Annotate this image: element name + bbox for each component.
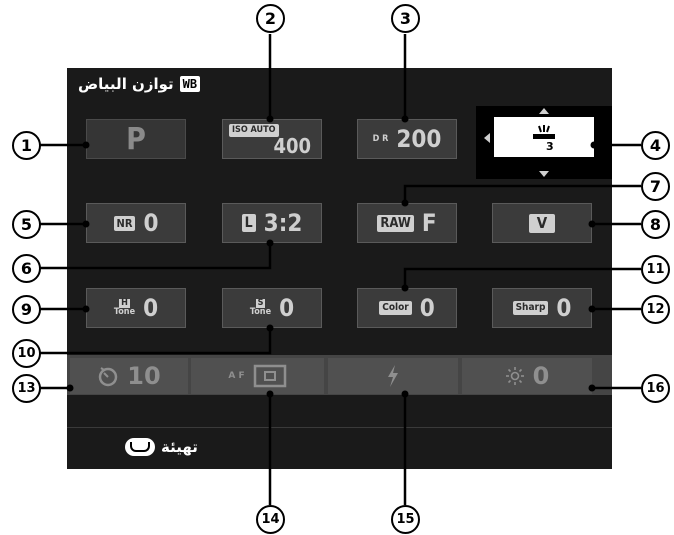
callout-2: 2 (256, 4, 285, 33)
callout-14: 14 (256, 505, 285, 534)
callout-5: 5 (12, 210, 41, 239)
callout-15: 15 (391, 505, 420, 534)
callout-lines (40, 34, 641, 505)
callout-12: 12 (641, 295, 670, 324)
callout-9: 9 (12, 295, 41, 324)
callout-6: 6 (12, 254, 41, 283)
callout-1: 1 (12, 131, 41, 160)
callout-11: 11 (641, 255, 670, 284)
callout-13: 13 (12, 374, 41, 403)
callout-10: 10 (12, 339, 41, 368)
callout-8: 8 (641, 210, 670, 239)
callout-3: 3 (391, 4, 420, 33)
callout-16: 16 (641, 374, 670, 403)
callout-4: 4 (641, 131, 670, 160)
callout-7: 7 (641, 172, 670, 201)
